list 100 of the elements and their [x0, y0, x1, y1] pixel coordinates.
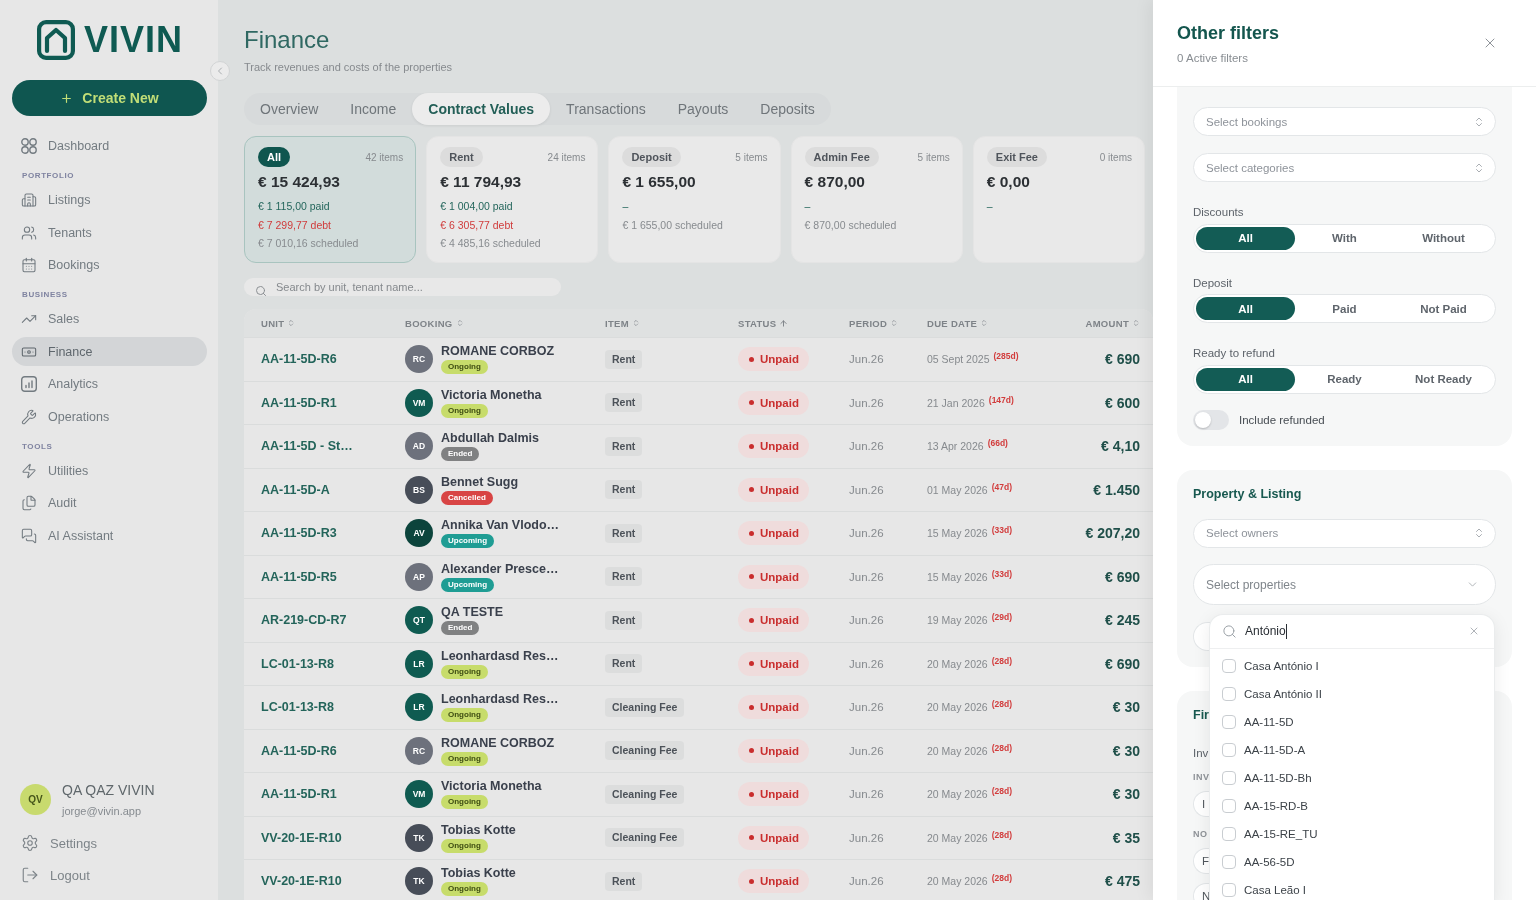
unit-link[interactable]: AR-219-CD-R7 [261, 613, 347, 628]
search-field[interactable]: Search by unit, tenant name... [244, 278, 561, 296]
segment-option[interactable]: All [1196, 367, 1295, 391]
search-field[interactable]: António [1210, 614, 1494, 649]
nav-item[interactable]: Dashboard [12, 131, 207, 161]
user-avatar: QV [20, 784, 51, 816]
tenant-name: Leonhardasd Res… [441, 648, 559, 664]
nav-item[interactable]: Listings [12, 185, 207, 215]
nav-item[interactable]: Analytics [12, 369, 207, 399]
summary-card[interactable]: Rent 24 items € 11 794,93 € 1 004,00 paid € 6 305,77 debt € 4 485,16 scheduled [426, 136, 599, 263]
option-item[interactable]: AA-11-5D [1210, 710, 1494, 733]
unit-link[interactable]: AA-11-5D-R1 [261, 395, 337, 410]
summary-card[interactable]: Deposit 5 items € 1 655,00 – € 1 655,00 scheduled [608, 136, 781, 263]
summary-card[interactable]: Exit Fee 0 items € 0,00 – [972, 136, 1145, 263]
column-header[interactable]: STATUS [738, 317, 777, 329]
summary-card[interactable]: Admin Fee 5 items € 870,00 – € 870,00 scheduled [790, 136, 963, 263]
toggle-switch[interactable] [1193, 409, 1229, 430]
summary-card[interactable]: All 42 items € 15 424,93 € 1 115,00 paid € 7 299,77 debt € 7 010,16 scheduled [244, 136, 417, 263]
sort-icon[interactable] [890, 319, 899, 327]
unit-link[interactable]: LC-01-13-R8 [261, 700, 334, 715]
checkbox[interactable] [1222, 882, 1236, 897]
unit-link[interactable]: AA-11-5D-R1 [261, 787, 337, 802]
unit-link[interactable]: AA-11-5D-R5 [261, 569, 337, 584]
unit-link[interactable]: AA-11-5D-R6 [261, 352, 337, 367]
nav-item[interactable]: Tenants [12, 218, 207, 247]
tab[interactable]: Payouts [661, 93, 745, 125]
option-item[interactable]: AA-11-5D-A [1210, 738, 1494, 761]
collapse-button[interactable] [210, 61, 230, 81]
select-field[interactable]: Select categories [1193, 153, 1496, 182]
select-field[interactable]: Select owners [1193, 518, 1496, 548]
segment-option[interactable]: Not Ready [1394, 367, 1493, 391]
segment-option[interactable]: Ready [1295, 367, 1394, 391]
overdue-days: (28d) [991, 786, 1013, 797]
nav-item[interactable]: Finance [12, 337, 207, 366]
checkbox[interactable] [1222, 798, 1236, 813]
sort-icon[interactable] [631, 319, 640, 327]
segment-option[interactable]: Not Paid [1394, 297, 1493, 320]
tab[interactable]: Transactions [550, 93, 662, 125]
column-header[interactable]: DUE DATE [927, 317, 978, 329]
segment-option[interactable]: All [1196, 226, 1295, 250]
option-item[interactable]: Casa António I [1210, 654, 1494, 677]
segment-option[interactable]: All [1196, 297, 1295, 320]
tab[interactable]: Income [334, 93, 413, 125]
segment-option[interactable]: Paid [1295, 297, 1394, 320]
option-item[interactable]: Casa Leão I [1210, 878, 1494, 900]
settings-icon [21, 834, 39, 852]
segment-option[interactable]: With [1295, 226, 1394, 250]
create-new-button[interactable]: Create New [12, 80, 207, 116]
option-item[interactable]: Casa António II [1210, 682, 1494, 705]
nav-item[interactable]: Audit [12, 488, 207, 518]
amount: € 30 [1112, 786, 1140, 803]
column-header[interactable]: BOOKING [405, 317, 453, 329]
tab[interactable]: Contract Values [412, 93, 551, 125]
nav-item[interactable]: Operations [12, 402, 207, 431]
unit-link[interactable]: AA-11-5D-R3 [261, 526, 337, 541]
option-item[interactable]: AA-15-RD-B [1210, 794, 1494, 817]
checkbox[interactable] [1222, 658, 1236, 673]
column-header[interactable]: PERIOD [849, 317, 888, 329]
sort-icon[interactable] [980, 319, 989, 327]
panel-title: Other filters [1177, 22, 1280, 44]
select-field[interactable]: Select bookings [1193, 107, 1496, 136]
unit-link[interactable]: AA-11-5D-A [261, 482, 330, 497]
nav-item[interactable]: Sales [12, 304, 207, 334]
amount: € 475 [1104, 873, 1140, 890]
logout-icon [21, 866, 39, 884]
arrow-up-icon[interactable] [779, 318, 789, 328]
checkbox[interactable] [1222, 714, 1236, 729]
column-header[interactable]: ITEM [605, 317, 629, 329]
unit-link[interactable]: LC-01-13-R8 [261, 656, 334, 671]
column-header[interactable]: UNIT [261, 317, 285, 329]
payment-status-text: Unpaid [760, 483, 799, 496]
amount: € 30 [1112, 699, 1140, 716]
segment-option[interactable]: Without [1394, 226, 1493, 250]
unit-link[interactable]: AA-11-5D-R6 [261, 743, 337, 758]
settings-link[interactable]: Settings [12, 827, 97, 859]
unit-link[interactable]: VV-20-1E-R10 [261, 830, 342, 845]
option-item[interactable]: AA-15-RE_TU [1210, 822, 1494, 845]
unit-link[interactable]: AA-11-5D - St… [261, 439, 353, 454]
nav-item[interactable]: AI Assistant [12, 521, 207, 550]
checkbox[interactable] [1222, 770, 1236, 785]
option-item[interactable]: AA-11-5D-Bh [1210, 766, 1494, 789]
status-dot-icon [749, 400, 754, 406]
clear-button[interactable] [1468, 625, 1480, 637]
unit-link[interactable]: VV-20-1E-R10 [261, 874, 342, 889]
select-field[interactable]: Select properties [1193, 564, 1496, 605]
nav-item[interactable]: Bookings [12, 250, 207, 280]
checkbox[interactable] [1222, 826, 1236, 841]
tab[interactable]: Deposits [744, 93, 831, 125]
select-field[interactable] [1193, 621, 1210, 651]
column-header[interactable]: AMOUNT [1085, 317, 1129, 329]
option-item[interactable]: AA-56-5D [1210, 850, 1494, 873]
sort-icon[interactable] [455, 319, 464, 327]
nav-item[interactable]: Utilities [12, 456, 207, 485]
checkbox[interactable] [1222, 742, 1236, 757]
checkbox[interactable] [1222, 686, 1236, 701]
logout-link[interactable]: Logout [12, 859, 90, 891]
checkbox[interactable] [1222, 854, 1236, 869]
sort-icon[interactable] [1132, 319, 1140, 327]
tab[interactable]: Overview [244, 93, 335, 125]
sort-icon[interactable] [287, 319, 296, 327]
